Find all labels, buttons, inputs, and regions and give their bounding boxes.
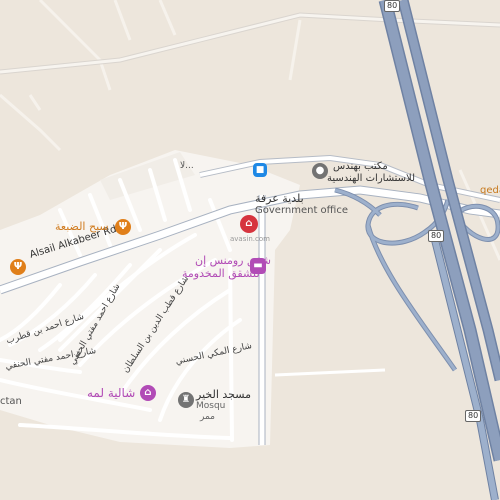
restaurant-icon[interactable]: Ψ — [10, 259, 26, 275]
shopping-icon[interactable]: ⌂ — [140, 385, 156, 401]
poi-label-sabaa[interactable]: سبح الضبعة — [55, 220, 109, 233]
poi-label-rooms-2: للشقق المخدومة — [182, 267, 260, 280]
government-icon[interactable]: ⌂ — [240, 215, 258, 233]
map-roads-layer — [0, 0, 500, 500]
poi-label-municipality[interactable]: بلدية عرفة — [255, 192, 304, 205]
poi-label-shalia[interactable]: شالية لمه — [87, 386, 135, 400]
lock-icon[interactable]: ■ — [253, 163, 267, 177]
poi-label-mosque-2: ممر — [200, 412, 215, 422]
restaurant-icon[interactable]: Ψ — [115, 219, 131, 235]
place-icon[interactable]: ● — [312, 163, 328, 179]
hotel-icon[interactable]: ▬ — [250, 258, 266, 274]
map-canvas[interactable]: Alsail Alkabeer Rd ctan qeda لا... شارع … — [0, 0, 500, 500]
poi-label-mosque-en: Mosqu — [196, 401, 226, 411]
poi-label-office[interactable]: مكتب بهندس — [333, 161, 388, 172]
road-label-top: لا... — [180, 161, 194, 171]
highway-shield-80: 80 — [384, 0, 401, 12]
poi-label-ghost: avasin.com — [230, 235, 270, 243]
poi-label-office-2: للاستشارات الهندسية — [327, 173, 416, 184]
road-label-left-edge: ctan — [0, 396, 22, 407]
mosque-icon[interactable]: ♜ — [178, 392, 194, 408]
poi-label-municipality-en: Government office — [255, 205, 348, 216]
highway-shield-80: 80 — [465, 410, 482, 422]
road-label-qeda: qeda — [480, 185, 500, 196]
poi-label-mosque[interactable]: مسجد الخير — [196, 388, 251, 401]
highway-shield-80: 80 — [428, 230, 445, 242]
